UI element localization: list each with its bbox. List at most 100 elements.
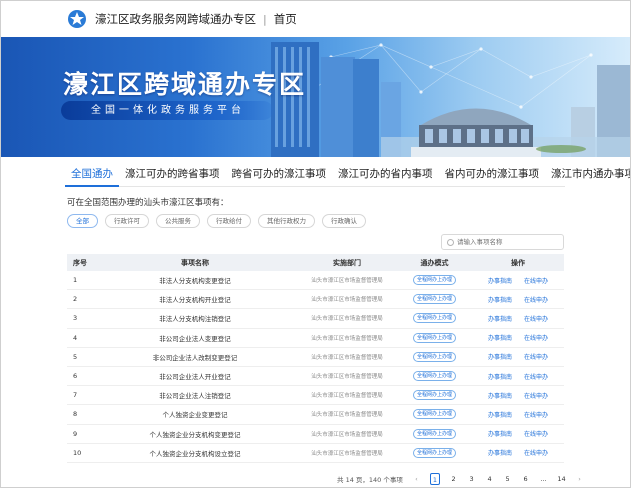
guide-link[interactable]: 办事指南 bbox=[488, 448, 512, 457]
row-name[interactable]: 非公司企业法人改制变更登记 bbox=[93, 352, 297, 362]
tab-haojiang-in-cross-province[interactable]: 跨省可办的濠江事项 bbox=[226, 161, 333, 187]
page-number-button[interactable]: 5 bbox=[503, 473, 512, 485]
row-no: 8 bbox=[73, 410, 78, 419]
table-body: 1 非法人分支机构变更登记 汕头市濠江区市场监督管理局 全程网办上办理 办事指南 在线申办… bbox=[67, 271, 564, 463]
page-number-button[interactable]: 2 bbox=[449, 473, 458, 485]
search-box bbox=[441, 234, 564, 250]
tab-cross-province-in-haojiang[interactable]: 濠江可办的跨省事项 bbox=[119, 161, 226, 187]
mode-badge: 全程网办上办理 bbox=[412, 409, 456, 420]
row-dept: 汕头市濠江区市场监督管理局 bbox=[311, 316, 383, 323]
row-name[interactable]: 非公司企业法人开业登记 bbox=[93, 371, 297, 381]
apply-link[interactable]: 在线申办 bbox=[524, 429, 548, 438]
row-mode: 全程网办上办理 bbox=[397, 294, 472, 305]
page-frame: 濠江区政务服务网跨域通办专区 | 首页 濠江区跨域通办专区 全国一体化政务服务平… bbox=[0, 0, 631, 488]
row-name[interactable]: 个人独资企业分支机构变更登记 bbox=[93, 429, 297, 439]
filter-chips: 全部 行政许可 公共服务 行政给付 其他行政权力 行政确认 bbox=[67, 214, 366, 228]
page-number-button[interactable]: 4 bbox=[485, 473, 494, 485]
table-row: 5 非公司企业法人改制变更登记 汕头市濠江区市场监督管理局 全程网办上办理 办事指南 在线… bbox=[67, 348, 564, 367]
row-name[interactable]: 非公司企业法人变更登记 bbox=[93, 333, 297, 343]
pagination-summary: 共 14 页，140 个事项 bbox=[337, 476, 403, 484]
mode-badge: 全程网办上办理 bbox=[412, 332, 456, 343]
row-name[interactable]: 非法人分支机构注销登记 bbox=[93, 313, 297, 323]
mode-badge: 全程网办上办理 bbox=[412, 313, 456, 324]
row-ops: 办事指南 在线申办 bbox=[472, 352, 564, 361]
apply-link[interactable]: 在线申办 bbox=[524, 372, 548, 381]
guide-link[interactable]: 办事指南 bbox=[488, 276, 512, 285]
row-dept: 汕头市濠江区市场监督管理局 bbox=[311, 374, 383, 381]
row-no: 5 bbox=[73, 352, 78, 361]
row-ops: 办事指南 在线申办 bbox=[472, 276, 564, 285]
government-emblem-icon[interactable] bbox=[67, 9, 87, 29]
row-mode: 全程网办上办理 bbox=[397, 447, 472, 458]
row-dept: 汕头市濠江区市场监督管理局 bbox=[311, 335, 383, 342]
table-row: 9 个人独资企业分支机构变更登记 汕头市濠江区市场监督管理局 全程网办上办理 办事指南 在… bbox=[67, 425, 564, 444]
row-no: 10 bbox=[73, 448, 82, 457]
search-icon[interactable] bbox=[447, 238, 454, 246]
table-header-row: 序号 事项名称 实施部门 通办模式 操作 bbox=[67, 254, 564, 271]
row-no: 1 bbox=[73, 276, 78, 285]
apply-link[interactable]: 在线申办 bbox=[524, 314, 548, 323]
tab-national[interactable]: 全国通办 bbox=[65, 161, 119, 187]
row-name[interactable]: 非法人分支机构变更登记 bbox=[93, 275, 297, 285]
guide-link[interactable]: 办事指南 bbox=[488, 391, 512, 400]
row-mode: 全程网办上办理 bbox=[397, 409, 472, 420]
apply-link[interactable]: 在线申办 bbox=[524, 276, 548, 285]
banner-subtitle: 全国一体化政务服务平台 bbox=[61, 101, 273, 120]
tab-bar: 全国通办 濠江可办的跨省事项 跨省可办的濠江事项 濠江可办的省内事项 省内可办的… bbox=[65, 161, 630, 187]
filter-administrative-license[interactable]: 行政许可 bbox=[105, 214, 149, 228]
site-title[interactable]: 濠江区政务服务网跨域通办专区 bbox=[95, 11, 256, 27]
row-dept: 汕头市濠江区市场监督管理局 bbox=[311, 412, 383, 419]
tab-in-province-in-haojiang[interactable]: 濠江可办的省内事项 bbox=[332, 161, 439, 187]
page-number-button[interactable]: 14 bbox=[557, 473, 566, 485]
row-mode: 全程网办上办理 bbox=[397, 313, 472, 324]
page-number-button[interactable]: 6 bbox=[521, 473, 530, 485]
header-ops: 操作 bbox=[511, 258, 525, 267]
tab-city-wide[interactable]: 濠江市内通办事项 bbox=[545, 161, 630, 187]
row-ops: 办事指南 在线申办 bbox=[472, 295, 564, 304]
filter-all[interactable]: 全部 bbox=[67, 214, 98, 228]
apply-link[interactable]: 在线申办 bbox=[524, 333, 548, 342]
guide-link[interactable]: 办事指南 bbox=[488, 429, 512, 438]
row-mode: 全程网办上办理 bbox=[397, 371, 472, 382]
page-number-button[interactable]: 3 bbox=[467, 473, 476, 485]
page-ellipsis: ... bbox=[540, 475, 547, 483]
apply-link[interactable]: 在线申办 bbox=[524, 391, 548, 400]
table-row: 1 非法人分支机构变更登记 汕头市濠江区市场监督管理局 全程网办上办理 办事指南 在线申办 bbox=[67, 271, 564, 291]
mode-badge: 全程网办上办理 bbox=[412, 351, 456, 362]
filter-administrative-confirmation[interactable]: 行政确认 bbox=[322, 214, 366, 228]
row-dept: 汕头市濠江区市场监督管理局 bbox=[311, 450, 383, 457]
row-name[interactable]: 个人独资企业分支机构设立登记 bbox=[93, 448, 297, 458]
mode-badge: 全程网办上办理 bbox=[412, 275, 456, 286]
row-name[interactable]: 个人独资企业变更登记 bbox=[93, 409, 297, 419]
row-name[interactable]: 非法人分支机构开业登记 bbox=[93, 294, 297, 304]
guide-link[interactable]: 办事指南 bbox=[488, 314, 512, 323]
guide-link[interactable]: 办事指南 bbox=[488, 295, 512, 304]
filter-administrative-payment[interactable]: 行政给付 bbox=[207, 214, 251, 228]
search-input[interactable] bbox=[457, 238, 557, 246]
tab-haojiang-in-province[interactable]: 省内可办的濠江事项 bbox=[439, 161, 546, 187]
row-ops: 办事指南 在线申办 bbox=[472, 333, 564, 342]
guide-link[interactable]: 办事指南 bbox=[488, 333, 512, 342]
row-no: 7 bbox=[73, 391, 78, 400]
filter-other-power[interactable]: 其他行政权力 bbox=[258, 214, 315, 228]
row-no: 6 bbox=[73, 372, 78, 381]
next-page-button[interactable]: › bbox=[575, 473, 584, 485]
row-name[interactable]: 非公司企业法人注销登记 bbox=[93, 390, 297, 400]
apply-link[interactable]: 在线申办 bbox=[524, 295, 548, 304]
row-no: 4 bbox=[73, 333, 78, 342]
guide-link[interactable]: 办事指南 bbox=[488, 372, 512, 381]
row-no: 3 bbox=[73, 314, 78, 323]
table-row: 7 非公司企业法人注销登记 汕头市濠江区市场监督管理局 全程网办上办理 办事指南 在线申办 bbox=[67, 386, 564, 406]
prev-page-button[interactable]: ‹ bbox=[412, 473, 421, 485]
guide-link[interactable]: 办事指南 bbox=[488, 410, 512, 419]
home-link[interactable]: 首页 bbox=[274, 11, 297, 27]
header-mode: 通办模式 bbox=[420, 258, 449, 267]
row-no: 2 bbox=[73, 295, 78, 304]
row-mode: 全程网办上办理 bbox=[397, 428, 472, 439]
page-number-button[interactable]: 1 bbox=[429, 473, 441, 485]
guide-link[interactable]: 办事指南 bbox=[488, 352, 512, 361]
filter-public-service[interactable]: 公共服务 bbox=[156, 214, 200, 228]
apply-link[interactable]: 在线申办 bbox=[524, 448, 548, 457]
apply-link[interactable]: 在线申办 bbox=[524, 410, 548, 419]
apply-link[interactable]: 在线申办 bbox=[524, 352, 548, 361]
